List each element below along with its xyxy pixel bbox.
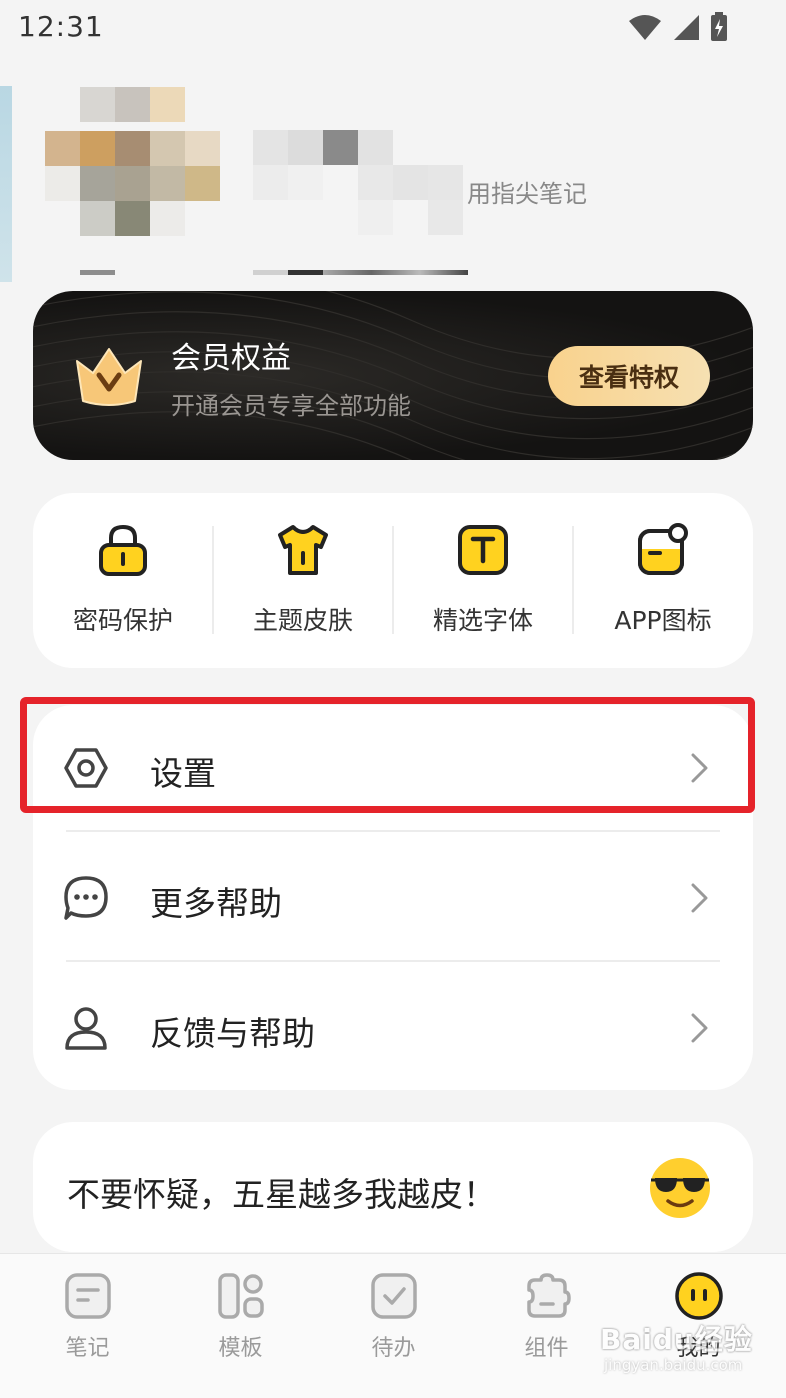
nav-label: 模板 — [218, 1336, 263, 1361]
feature-label: 主题皮肤 — [252, 606, 353, 635]
widget-icon — [527, 1273, 571, 1318]
chevron-right-icon — [691, 883, 708, 913]
status-bar: 12:31 — [0, 0, 786, 56]
view-privileges-button[interactable]: 查看特权 — [548, 346, 710, 406]
highlight-annotation — [20, 697, 755, 813]
feature-label: APP图标 — [614, 606, 712, 635]
avatar[interactable] — [45, 87, 220, 237]
font-icon — [458, 525, 508, 575]
features-panel: 密码保护 主题皮肤 精选字体 APP图标 — [33, 493, 753, 668]
feature-app-icon[interactable]: APP图标 — [573, 493, 753, 668]
menu-item-feedback[interactable]: 反馈与帮助 — [33, 965, 753, 1085]
signal-icon — [674, 15, 699, 40]
status-time: 12:31 — [18, 10, 104, 43]
profile-face-icon — [675, 1272, 723, 1320]
wifi-icon — [629, 15, 661, 40]
feature-label: 精选字体 — [432, 606, 533, 635]
lock-icon — [99, 524, 147, 576]
chat-icon — [64, 876, 108, 920]
vip-title: 会员权益 — [171, 341, 291, 376]
vip-card[interactable]: 会员权益 开通会员专享全部功能 查看特权 — [33, 291, 753, 460]
feature-theme-skin[interactable]: 主题皮肤 — [213, 493, 393, 668]
rating-text: 不要怀疑，五星越多我越皮！ — [67, 1175, 496, 1214]
user-icon — [65, 1007, 107, 1050]
watermark-brand: Baidu经验 — [600, 1323, 753, 1356]
blur-bar — [253, 270, 288, 275]
nav-label: 笔记 — [65, 1336, 110, 1361]
nav-label: 待办 — [371, 1336, 416, 1361]
menu-label: 反馈与帮助 — [150, 1014, 315, 1053]
crown-icon — [76, 348, 142, 406]
watermark-sub: jingyan.baidu.com — [604, 1356, 743, 1374]
feature-label: 密码保护 — [72, 606, 173, 635]
profile-header[interactable]: 用指尖笔记 — [0, 80, 786, 282]
chevron-right-icon — [691, 1013, 708, 1043]
username-blurred — [253, 130, 468, 235]
sunglasses-emoji-icon — [650, 1158, 710, 1218]
note-icon — [65, 1273, 111, 1319]
vip-subtitle: 开通会员专享全部功能 — [171, 392, 411, 420]
profile-tagline: 用指尖笔记 — [467, 180, 587, 208]
template-icon — [218, 1273, 264, 1319]
blur-bar — [288, 270, 323, 275]
app-icon — [638, 523, 688, 575]
divider — [66, 830, 720, 832]
menu-label: 更多帮助 — [150, 884, 282, 923]
background-edge — [0, 86, 12, 282]
todo-icon — [371, 1273, 417, 1319]
feature-fonts[interactable]: 精选字体 — [393, 493, 573, 668]
tshirt-icon — [278, 525, 328, 575]
nav-tab-templates[interactable]: 模板 — [162, 1254, 319, 1398]
blur-bar — [323, 270, 468, 275]
nav-tab-notes[interactable]: 笔记 — [9, 1254, 166, 1398]
divider — [66, 960, 720, 962]
status-icons — [628, 12, 728, 42]
blur-bar — [80, 270, 115, 275]
battery-icon — [711, 12, 727, 41]
feature-password-protection[interactable]: 密码保护 — [33, 493, 213, 668]
nav-tab-todo[interactable]: 待办 — [315, 1254, 472, 1398]
watermark: Baidu经验 jingyan.baidu.com — [600, 1318, 760, 1388]
rating-card[interactable]: 不要怀疑，五星越多我越皮！ — [33, 1122, 753, 1252]
menu-item-more-help[interactable]: 更多帮助 — [33, 835, 753, 955]
